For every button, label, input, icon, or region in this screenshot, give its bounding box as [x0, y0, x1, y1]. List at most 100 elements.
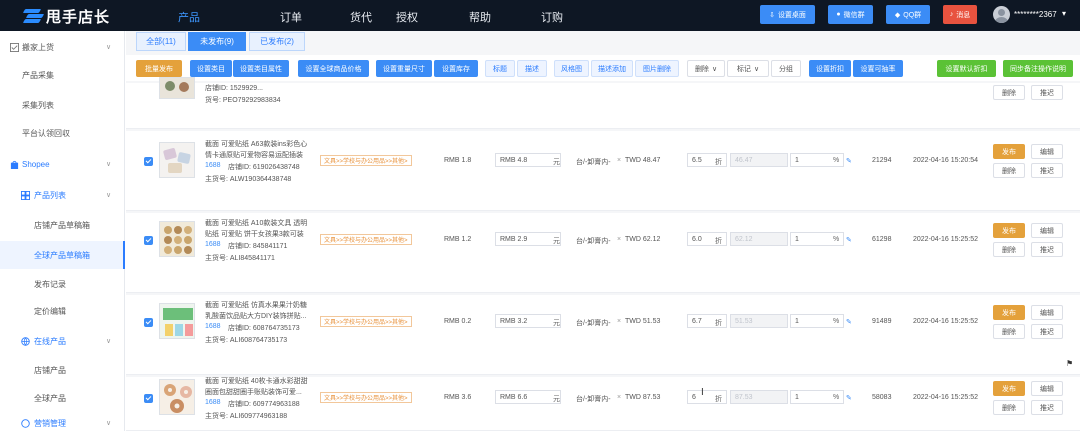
wechat-group-button[interactable]: ● 微信群: [828, 5, 873, 24]
sidebar-item-product-list[interactable]: 产品列表 ∨: [0, 181, 125, 209]
cost-input[interactable]: RMB 6.6: [495, 390, 561, 404]
flag-icon[interactable]: ⚑: [1066, 359, 1073, 368]
row-checkbox[interactable]: [144, 318, 153, 327]
postpone-button[interactable]: 推迟: [1031, 400, 1063, 415]
category-tag[interactable]: 文具>>学校与办公用品>>其他>: [320, 316, 412, 327]
nav-help[interactable]: 帮助: [469, 9, 491, 25]
product-title-line2[interactable]: 贴纸 可爱贴 饼干女孩果3款可装: [205, 229, 304, 239]
category-tag[interactable]: 文具>>学校与办公用品>>其他>: [320, 155, 412, 166]
product-thumbnail[interactable]: [159, 77, 195, 99]
tab-unpublished[interactable]: 未发布(9): [188, 32, 246, 51]
delete-button[interactable]: 删除: [993, 85, 1025, 100]
row-checkbox[interactable]: [144, 157, 153, 166]
row-checkbox[interactable]: [144, 236, 153, 245]
nav-subscribe[interactable]: 订购: [541, 9, 563, 25]
set-desktop-button[interactable]: ⇩ 设置桌面: [760, 5, 815, 24]
product-title[interactable]: 截面 可爱贴纸 A10款装文具 透明: [205, 218, 307, 228]
source-prefix[interactable]: 1688: [205, 399, 221, 406]
sidebar-item-store-products[interactable]: 店铺产品: [0, 356, 125, 384]
product-title-line2[interactable]: 情卡通原贴可爱物容易运配插装: [205, 150, 303, 160]
edit-icon[interactable]: ✎: [846, 236, 852, 244]
edit-icon[interactable]: ✎: [846, 394, 852, 402]
sidebar-item-collect-list[interactable]: 采集列表: [0, 91, 125, 119]
delete-button[interactable]: 删除: [993, 400, 1025, 415]
row-checkbox[interactable]: [144, 394, 153, 403]
username[interactable]: ********2367: [1014, 10, 1057, 19]
sidebar-item-online-products[interactable]: 在线产品 ∨: [0, 327, 125, 355]
mark-dropdown[interactable]: 标记 ∨: [727, 60, 769, 77]
category-tag[interactable]: 文具>>学校与办公用品>>其他>: [320, 392, 412, 403]
source-prefix[interactable]: 1688: [205, 323, 221, 330]
sidebar-item-shopee[interactable]: Shopee ∨: [0, 150, 125, 178]
cost-input[interactable]: RMB 2.9: [495, 232, 561, 246]
set-stock-button[interactable]: 设置库存: [434, 60, 478, 77]
edit-icon[interactable]: ✎: [846, 318, 852, 326]
postpone-button[interactable]: 推迟: [1031, 324, 1063, 339]
sidebar-item-pricing[interactable]: 定价编辑: [0, 297, 125, 325]
product-thumbnail[interactable]: [159, 303, 195, 339]
product-title[interactable]: 截面 可爱贴纸 40枚卡通水彩甜甜: [205, 376, 308, 386]
set-default-discount-button[interactable]: 设置默认折扣: [937, 60, 996, 77]
set-category-attrs-button[interactable]: 设置类目属性: [233, 60, 289, 77]
sidebar-item-publish-records[interactable]: 发布记录: [0, 270, 125, 298]
nav-orders[interactable]: 订单: [280, 9, 302, 25]
publish-button[interactable]: 发布: [993, 305, 1025, 320]
delete-dropdown[interactable]: 删除 ∨: [687, 60, 725, 77]
cost-input[interactable]: RMB 4.8: [495, 153, 561, 167]
sidebar-item-marketing[interactable]: 营销管理 ∨: [0, 415, 125, 431]
product-title-line2[interactable]: 圈面包甜甜圈手账贴装饰可爱...: [205, 387, 302, 397]
product-thumbnail[interactable]: [159, 142, 195, 178]
avatar[interactable]: [993, 6, 1010, 23]
nav-products[interactable]: 产品: [178, 9, 200, 25]
set-weight-size-button[interactable]: 设置重量尺寸: [376, 60, 432, 77]
product-title-line2[interactable]: 乳酸菌饮品贴大方DIY装饰拼贴...: [205, 311, 307, 321]
postpone-button[interactable]: 推迟: [1031, 163, 1063, 178]
edit-icon[interactable]: ✎: [846, 157, 852, 165]
delete-button[interactable]: 删除: [993, 242, 1025, 257]
cost-input[interactable]: RMB 3.2: [495, 314, 561, 328]
nav-authorize[interactable]: 授权: [396, 9, 418, 25]
source-prefix[interactable]: 1688: [205, 162, 221, 169]
product-thumbnail[interactable]: [159, 379, 195, 415]
edit-button[interactable]: 编辑: [1031, 305, 1063, 320]
messages-button[interactable]: ♪ 消息: [943, 5, 977, 24]
postpone-button[interactable]: 推迟: [1031, 85, 1063, 100]
postpone-button[interactable]: 推迟: [1031, 242, 1063, 257]
edit-button[interactable]: 编辑: [1031, 144, 1063, 159]
delete-button[interactable]: 删除: [993, 324, 1025, 339]
description-button[interactable]: 描述: [517, 60, 547, 77]
style-image-button[interactable]: 风格图: [554, 60, 589, 77]
sidebar-item-global-products[interactable]: 全球产品: [0, 384, 125, 412]
tab-all[interactable]: 全部(11): [136, 32, 186, 51]
sync-notes-button[interactable]: 同步备注操作说明: [1003, 60, 1073, 77]
set-discount-button[interactable]: 设置折扣: [809, 60, 851, 77]
app-logo[interactable]: 甩手店长: [22, 6, 110, 26]
sidebar-item-store-drafts[interactable]: 店铺产品草稿箱: [0, 211, 125, 239]
add-description-button[interactable]: 描述添加: [591, 60, 633, 77]
sidebar-item-platform-claim[interactable]: 平台认领回収: [0, 119, 125, 147]
set-rate-button[interactable]: 设置可抽率: [853, 60, 903, 77]
source-prefix[interactable]: 1688: [205, 241, 221, 248]
publish-button[interactable]: 发布: [993, 144, 1025, 159]
group-button[interactable]: 分组: [771, 60, 801, 77]
set-category-button[interactable]: 设置类目: [190, 60, 232, 77]
tab-published[interactable]: 已发布(2): [249, 32, 305, 51]
publish-button[interactable]: 发布: [993, 223, 1025, 238]
publish-button[interactable]: 发布: [993, 381, 1025, 396]
product-thumbnail[interactable]: [159, 221, 195, 257]
edit-button[interactable]: 编辑: [1031, 381, 1063, 396]
product-title[interactable]: 截面 可爱贴纸 仿真水果果汁奶糖: [205, 300, 307, 310]
product-title[interactable]: 截面 可爱贴纸 A63款装ins彩色心: [205, 139, 307, 149]
set-global-price-button[interactable]: 设置全球商品价格: [298, 60, 369, 77]
batch-publish-button[interactable]: 批量发布: [136, 60, 182, 77]
chevron-down-icon[interactable]: ▾: [1062, 9, 1066, 18]
sidebar-item-global-drafts[interactable]: 全球产品草稿箱: [0, 241, 125, 269]
sidebar-item-migrate[interactable]: 搬家上货 ∨: [0, 33, 125, 61]
edit-button[interactable]: 编辑: [1031, 223, 1063, 238]
sidebar-item-collect[interactable]: 产品采集: [0, 61, 125, 89]
qq-group-button[interactable]: ◆ QQ群: [886, 5, 930, 24]
category-tag[interactable]: 文具>>学校与办公用品>>其他>: [320, 234, 412, 245]
nav-forwarder[interactable]: 货代: [350, 9, 372, 25]
title-button[interactable]: 标题: [485, 60, 515, 77]
delete-images-button[interactable]: 图片删除: [635, 60, 679, 77]
